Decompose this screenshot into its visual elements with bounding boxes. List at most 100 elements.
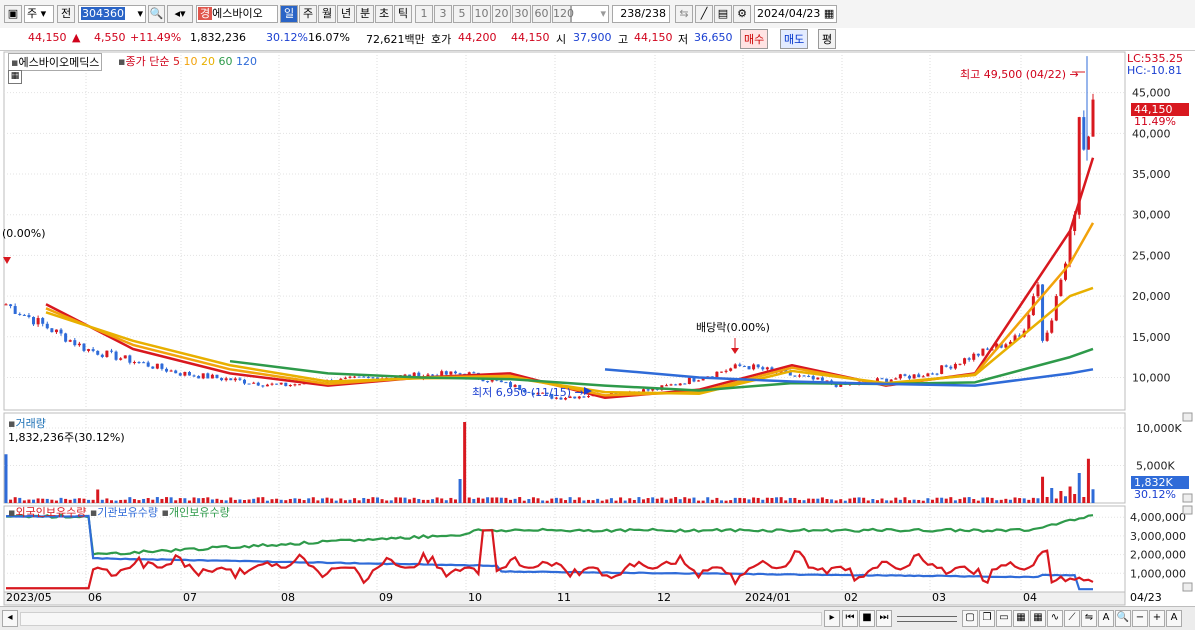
- interval-60-button[interactable]: 60: [532, 5, 551, 23]
- interval-5-button[interactable]: 5: [453, 5, 471, 23]
- candle-body: [201, 373, 205, 379]
- x-axis-label: 11: [557, 591, 571, 604]
- period-6-button[interactable]: 틱: [394, 5, 412, 23]
- panel-scroll-icon[interactable]: [1182, 582, 1193, 592]
- candle-body: [96, 350, 100, 355]
- layout-icon[interactable]: ▣: [4, 5, 22, 23]
- interval-1-button[interactable]: 1: [415, 5, 433, 23]
- volume-bar: [119, 499, 123, 503]
- font-icon[interactable]: A: [1166, 610, 1182, 627]
- quote-volume: 1,832,236: [190, 31, 246, 44]
- scroll-track[interactable]: [20, 612, 822, 626]
- code-input[interactable]: 304360 ▾: [78, 5, 146, 23]
- individual-holding-label[interactable]: 개인보유수량: [169, 506, 230, 519]
- period-4-button[interactable]: 분: [356, 5, 374, 23]
- interval-3-button[interactable]: 3: [434, 5, 452, 23]
- ma-legend-120[interactable]: 120: [232, 55, 257, 68]
- candle-body: [50, 328, 54, 333]
- volume-bar: [1004, 498, 1008, 503]
- volume-bar: [697, 500, 701, 503]
- buy-button[interactable]: 매수: [740, 29, 769, 49]
- stop-icon[interactable]: ■: [859, 610, 875, 627]
- trend-icon[interactable]: ∿: [1047, 610, 1063, 627]
- period-0-button[interactable]: 일: [280, 5, 298, 23]
- date-input[interactable]: 2024/04/23 ▦: [754, 5, 837, 23]
- panel-scroll-icon[interactable]: [1182, 412, 1193, 422]
- scroll-left-icon[interactable]: ◂: [2, 610, 18, 627]
- volume-bar: [967, 497, 971, 503]
- panel-scroll-icon[interactable]: [1182, 505, 1193, 515]
- count-field[interactable]: 238/238: [612, 5, 670, 23]
- prev-button[interactable]: 전: [57, 5, 75, 23]
- volume-y-tick: 5,000K: [1136, 460, 1175, 473]
- candle-body: [458, 373, 462, 375]
- window-icon[interactable]: ▢: [962, 610, 978, 627]
- volume-bar: [453, 499, 457, 503]
- volume-bar: [435, 497, 439, 503]
- magnify-icon[interactable]: 🔍: [1115, 610, 1131, 627]
- panel-scroll-icon[interactable]: [1182, 493, 1193, 503]
- cascade-icon[interactable]: ❐: [979, 610, 995, 627]
- company-name-field[interactable]: 경 에스바이오: [196, 5, 278, 23]
- volume-bar: [953, 500, 957, 503]
- candle-body: [45, 323, 49, 329]
- price-panel-title[interactable]: ▪에스바이오메딕스: [8, 53, 103, 71]
- calculator-icon[interactable]: ▦: [8, 70, 22, 84]
- draw-icon[interactable]: ╱: [695, 5, 713, 23]
- volume-bar: [380, 499, 384, 503]
- search-icon[interactable]: 🔍: [148, 5, 165, 23]
- line-icon[interactable]: ⟋: [1064, 610, 1080, 627]
- count-current: 238: [620, 7, 642, 20]
- reset-icon[interactable]: ⇆: [675, 5, 693, 23]
- zoom-in-icon[interactable]: +: [1149, 610, 1165, 627]
- save-icon[interactable]: ▤: [714, 5, 732, 23]
- volume-bar: [1008, 499, 1012, 503]
- interval-120-button[interactable]: 120: [552, 5, 574, 23]
- sound-icon[interactable]: ◂▾: [167, 5, 193, 23]
- gear-icon[interactable]: ⚙: [733, 5, 751, 23]
- eval-button[interactable]: 평: [818, 29, 837, 49]
- candle-body: [765, 367, 769, 370]
- type-select[interactable]: 주 ▾: [24, 5, 54, 23]
- volume-bar: [343, 500, 347, 503]
- rewind-icon[interactable]: ⏮: [842, 610, 858, 627]
- volume-bar: [1041, 476, 1045, 503]
- volume-bar: [1054, 498, 1058, 503]
- table-icon[interactable]: ▦: [1013, 610, 1029, 627]
- compare-icon[interactable]: ⇋: [1081, 610, 1097, 627]
- period-5-button[interactable]: 초: [375, 5, 393, 23]
- zoom-out-icon[interactable]: −: [1132, 610, 1148, 627]
- interval-20-button[interactable]: 20: [492, 5, 511, 23]
- candle-body: [36, 318, 40, 325]
- stock-chart[interactable]: 45,000 40,000 35,000 30,000 25,000 20,000 15,0…: [0, 51, 1195, 606]
- calendar-icon[interactable]: ▦: [824, 7, 834, 20]
- chart-area[interactable]: 45,000 40,000 35,000 30,000 25,000 20,000 15,0…: [0, 51, 1195, 629]
- foreign-holding-label[interactable]: 외국인보유수량: [15, 506, 86, 519]
- ma-legend-20[interactable]: 20: [197, 55, 215, 68]
- x-axis-label: 08: [281, 591, 295, 604]
- interval-10-button[interactable]: 10: [472, 5, 491, 23]
- ma-legend-5[interactable]: 5: [173, 55, 180, 68]
- sell-button[interactable]: 매도: [780, 29, 809, 49]
- ma-legend-60[interactable]: 60: [215, 55, 232, 68]
- candle-body: [729, 368, 733, 371]
- grid-icon[interactable]: ▦: [1030, 610, 1046, 627]
- ma-legend-10[interactable]: 10: [180, 55, 197, 68]
- interval-select[interactable]: ▾: [571, 5, 609, 23]
- period-2-button[interactable]: 월: [318, 5, 336, 23]
- zoom-slider[interactable]: [897, 616, 957, 622]
- period-3-button[interactable]: 년: [337, 5, 355, 23]
- tile-icon[interactable]: ▭: [996, 610, 1012, 627]
- volume-bar: [403, 497, 407, 503]
- volume-bar: [784, 500, 788, 503]
- volume-bar: [357, 500, 361, 503]
- period-1-button[interactable]: 주: [299, 5, 317, 23]
- fast-forward-icon[interactable]: ⏭: [876, 610, 892, 627]
- volume-bar: [930, 499, 934, 503]
- text-tool-icon[interactable]: A: [1098, 610, 1114, 627]
- institution-holding-label[interactable]: 기관보유수량: [97, 506, 158, 519]
- volume-bar: [976, 500, 980, 503]
- scroll-right-icon[interactable]: ▸: [824, 610, 840, 627]
- candle-body: [293, 384, 297, 386]
- interval-30-button[interactable]: 30: [512, 5, 531, 23]
